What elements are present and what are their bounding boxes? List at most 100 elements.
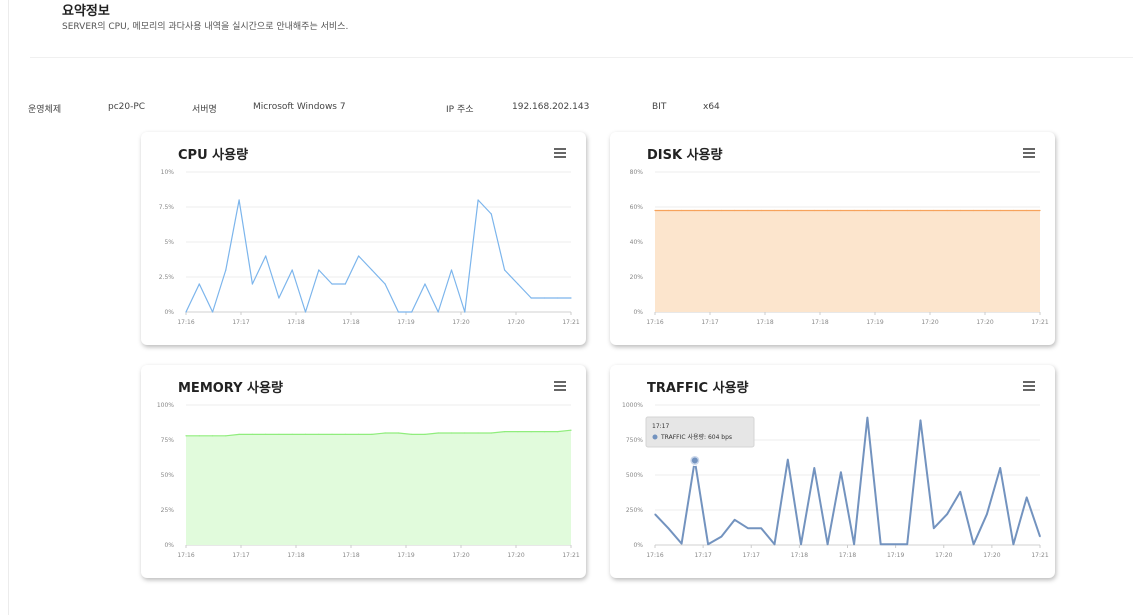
x-tick-label: 17:21 xyxy=(1031,552,1048,559)
data-point xyxy=(919,419,922,421)
bit-value: x64 xyxy=(703,102,720,112)
data-point xyxy=(411,311,413,313)
cpu-chart-card: CPU 사용량 0% 2.5% 5% 7.5% 10% 17:16 17:17 17:18 17… xyxy=(141,132,586,345)
data-point xyxy=(946,513,948,515)
data-point xyxy=(251,433,253,435)
x-tick-label: 17:20 xyxy=(921,319,938,326)
data-point xyxy=(720,536,722,538)
x-tick-label: 17:17 xyxy=(701,319,718,326)
data-point xyxy=(238,433,240,435)
chart-tooltip xyxy=(645,416,755,448)
data-point xyxy=(437,311,439,313)
data-point xyxy=(185,311,187,313)
data-point xyxy=(424,283,426,285)
data-point xyxy=(357,433,360,435)
x-tick-label: 17:20 xyxy=(507,319,524,326)
ip-label: IP 주소 xyxy=(446,105,474,115)
x-tick-label: 17:18 xyxy=(811,319,828,326)
y-tick-label: 0% xyxy=(164,542,174,549)
hover-marker xyxy=(691,457,698,464)
x-tick-label: 17:19 xyxy=(887,552,904,559)
data-point xyxy=(760,209,762,212)
data-point xyxy=(813,467,815,469)
data-point xyxy=(265,255,267,257)
tooltip-value: TRAFFIC 사용량: 604 bps xyxy=(660,433,732,441)
x-tick-label: 17:16 xyxy=(177,552,194,559)
x-tick-label: 17:19 xyxy=(866,319,883,326)
data-point xyxy=(773,543,776,545)
data-point xyxy=(331,433,333,435)
y-tick-label: 25% xyxy=(161,507,175,514)
x-tick-label: 17:18 xyxy=(756,319,773,326)
data-point xyxy=(1026,209,1028,212)
x-tick-label: 17:17 xyxy=(743,552,760,559)
data-point xyxy=(747,209,749,212)
data-point xyxy=(787,209,789,212)
data-point xyxy=(694,209,696,212)
data-point xyxy=(464,311,466,313)
data-point xyxy=(530,297,532,299)
data-point xyxy=(840,209,842,212)
x-tick-label: 17:17 xyxy=(232,552,249,559)
series-area xyxy=(186,430,571,545)
tooltip-time: 17:17 xyxy=(652,423,669,430)
x-tick-label: 17:18 xyxy=(791,552,808,559)
y-tick-label: 500% xyxy=(626,472,643,479)
data-point xyxy=(680,543,683,545)
data-point xyxy=(840,471,842,473)
y-tick-label: 50% xyxy=(161,472,175,479)
page-left-border xyxy=(8,0,9,615)
y-tick-label: 0% xyxy=(633,309,643,316)
memory-chart-card: MEMORY 사용량 0% 25% 50% 75% 100% 17:16 17:17 17:1… xyxy=(141,365,586,578)
data-point xyxy=(1039,209,1041,212)
data-point xyxy=(880,543,882,545)
bit-label: BIT xyxy=(652,102,667,112)
x-tick-label: 17:17 xyxy=(232,319,249,326)
data-point xyxy=(278,297,280,299)
data-point xyxy=(557,431,559,433)
tooltip-series-dot xyxy=(652,434,658,440)
x-tick-label: 17:20 xyxy=(935,552,952,559)
data-point xyxy=(517,431,519,433)
x-tick-label: 17:18 xyxy=(839,552,856,559)
data-point xyxy=(747,527,749,529)
y-tick-label: 80% xyxy=(630,169,644,176)
data-point xyxy=(397,311,400,313)
ip-value: 192.168.202.143 xyxy=(512,102,590,112)
traffic-chart: 0% 250% 500% 750% 1000% 17:16 17:17 17:17 17:18 1… xyxy=(622,402,1049,559)
data-point xyxy=(813,209,815,212)
x-tick-label: 17:21 xyxy=(562,319,579,326)
data-point xyxy=(707,209,709,212)
data-point xyxy=(570,297,572,299)
data-point xyxy=(853,543,855,545)
data-point xyxy=(278,433,280,435)
data-point xyxy=(946,209,948,212)
data-point xyxy=(211,435,214,437)
memory-chart: 0% 25% 50% 75% 100% 17:16 17:17 17:18 17:18 17:19… xyxy=(157,402,580,559)
data-point xyxy=(734,209,736,212)
x-tick-label: 17:16 xyxy=(646,552,663,559)
data-point xyxy=(424,433,426,435)
data-point xyxy=(933,209,935,212)
x-tick-label: 17:16 xyxy=(177,319,194,326)
data-point xyxy=(344,433,346,435)
data-point xyxy=(893,209,895,212)
data-point xyxy=(557,297,559,299)
data-point xyxy=(225,269,227,271)
x-tick-label: 17:18 xyxy=(342,319,359,326)
data-point xyxy=(973,543,975,545)
y-tick-label: 100% xyxy=(157,402,174,409)
data-point xyxy=(238,199,240,201)
disk-chart: 0% 20% 40% 60% 80% 17:16 17:17 17:18 17:18 17:19 1… xyxy=(630,169,1049,326)
data-point xyxy=(477,199,479,201)
data-point xyxy=(331,283,333,285)
data-point xyxy=(225,435,227,437)
data-point xyxy=(464,432,466,434)
data-point xyxy=(986,209,988,212)
data-point xyxy=(973,209,975,212)
data-point xyxy=(880,209,882,212)
y-tick-label: 0% xyxy=(633,542,643,549)
data-point xyxy=(490,213,492,215)
y-tick-label: 7.5% xyxy=(159,204,175,211)
y-tick-label: 250% xyxy=(626,507,643,514)
